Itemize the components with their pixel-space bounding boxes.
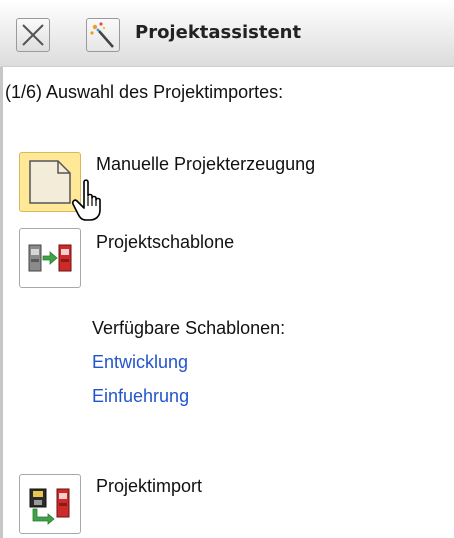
close-icon bbox=[22, 24, 44, 46]
project-import-button[interactable] bbox=[19, 474, 81, 534]
wizard-step-text: (1/6) Auswahl des Projektimportes: bbox=[5, 82, 284, 102]
template-transfer-icon bbox=[28, 244, 72, 272]
template-link-einfuehrung[interactable]: Einfuehrung bbox=[92, 386, 189, 407]
project-import-icon bbox=[29, 488, 70, 525]
hand-cursor-icon bbox=[72, 179, 101, 221]
window-title: Projektassistent bbox=[135, 22, 302, 43]
project-template-label: Projektschablone bbox=[96, 232, 235, 252]
available-templates-label: Verfügbare Schablonen: bbox=[92, 318, 286, 338]
project-template-button[interactable] bbox=[19, 228, 81, 288]
wizard-wand-icon bbox=[86, 18, 120, 52]
title-bar: Projektassistent bbox=[0, 0, 454, 67]
window-left-border bbox=[0, 0, 3, 538]
project-import-label: Projektimport bbox=[96, 476, 203, 496]
manual-project-label: Manuelle Projekterzeugung bbox=[96, 154, 316, 174]
close-button[interactable] bbox=[16, 18, 50, 52]
template-link-entwicklung[interactable]: Entwicklung bbox=[92, 352, 188, 373]
